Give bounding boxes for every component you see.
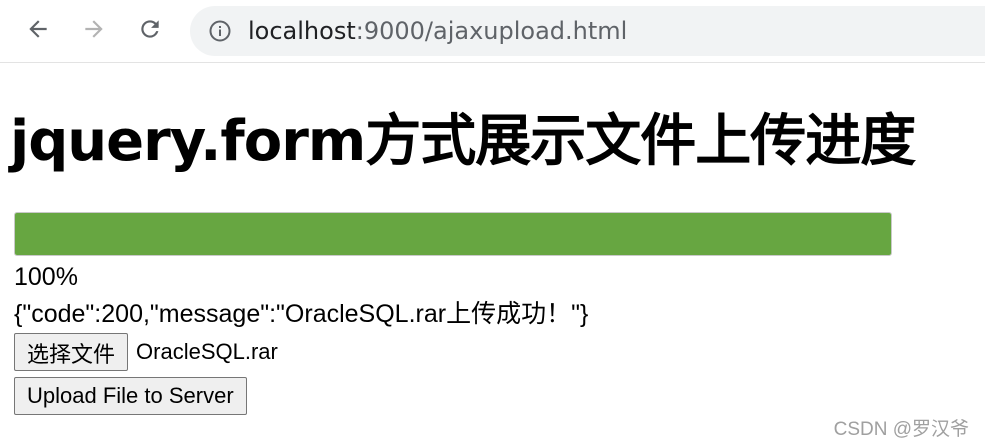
upload-row: Upload File to Server [14,377,247,415]
selected-file-name: OracleSQL.rar [136,339,278,364]
server-response-text: {"code":200,"message":"OracleSQL.rar上传成功… [14,300,589,328]
url-text[interactable]: localhost:9000/ajaxupload.html [248,17,627,45]
file-input[interactable]: 选择文件 OracleSQL.rar [14,333,278,371]
browser-toolbar: localhost:9000/ajaxupload.html [0,0,985,63]
address-bar[interactable]: localhost:9000/ajaxupload.html [190,6,985,56]
progress-bar-fill [15,213,891,255]
url-path: :9000/ajaxupload.html [355,17,628,45]
watermark: CSDN @罗汉爷 [833,419,969,440]
forward-button[interactable] [76,11,112,47]
upload-file-button[interactable]: Upload File to Server [14,377,247,415]
page-title: jquery.form方式展示文件上传进度 [10,109,916,174]
forward-arrow-icon [85,20,103,38]
reload-icon [141,20,159,38]
url-host: localhost [248,17,356,45]
back-arrow-icon [29,20,47,38]
back-button[interactable] [20,11,56,47]
progress-percent-text: 100% [14,263,78,291]
reload-button[interactable] [132,11,168,47]
choose-file-button[interactable]: 选择文件 [14,333,129,371]
info-icon[interactable] [208,19,232,43]
upload-progress-bar [14,212,892,256]
